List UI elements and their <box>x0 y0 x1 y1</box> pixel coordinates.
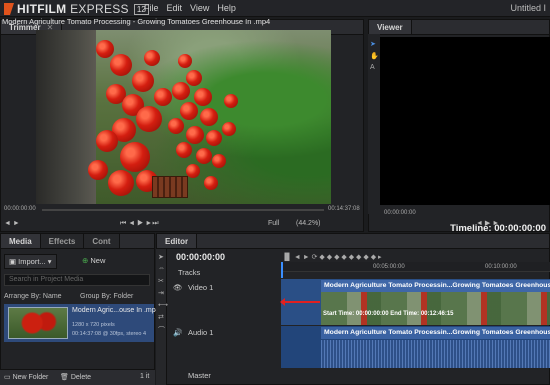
hitfilm-logo-icon <box>4 3 14 15</box>
viewer-tc: 00:00:00:00 <box>384 210 416 216</box>
product-name: EXPRESS <box>70 2 129 16</box>
item-count: 1 it <box>140 373 150 380</box>
media-thumbnail <box>8 307 68 339</box>
select-tool-icon[interactable]: ➤ <box>158 253 164 261</box>
trimmer-file-title: Modern Agriculture Tomato Processing - G… <box>2 17 271 26</box>
trimmer-video-preview[interactable] <box>36 30 331 204</box>
ruler-mark-2: 00:10:00:00 <box>485 264 517 270</box>
slip-tool-icon[interactable]: ✂ <box>158 277 164 285</box>
slide-tool-icon[interactable]: ⇥ <box>158 289 164 297</box>
select-tool-icon[interactable]: ➤ <box>370 40 376 48</box>
editor-transport[interactable]: ▐▌ ◄ ► ⟳ ◆ ◆ ◆ ◆ ◆ ◆ ◆ ◆ ▸ <box>282 253 382 261</box>
text-tool-icon[interactable]: A <box>370 64 375 71</box>
menu-view[interactable]: View <box>190 3 209 13</box>
playhead[interactable] <box>281 262 283 278</box>
media-item-duration: 00:14:37:08 @ 30fps, stereo 4 <box>72 331 147 337</box>
media-search-input[interactable]: Search in Project Media <box>4 274 150 286</box>
new-folder-button[interactable]: ▭ New Folder <box>4 373 48 381</box>
timeline-ruler[interactable]: 00:05:00:00 00:10:00:00 <box>281 262 550 272</box>
trimmer-controls: ◄ ► ⏮ ◄ ▶ ►⏭ Full (44.2%) <box>0 218 364 232</box>
tracks-label: Tracks <box>178 268 201 277</box>
app-logo: HITFILM EXPRESS 12 <box>4 2 149 16</box>
menu-file[interactable]: File <box>144 3 159 13</box>
group-by-select[interactable]: Group By: Folder <box>80 293 133 300</box>
media-item-resolution: 1280 x 720 pixels <box>72 322 115 328</box>
person-silhouette <box>36 30 96 204</box>
menu-help[interactable]: Help <box>217 3 236 13</box>
viewer-screen[interactable]: Timeline: 00:00:00:00 <box>380 37 550 234</box>
video-clip-info: Start Time: 00:00:00:00 End Time: 00:12:… <box>323 311 454 317</box>
tab-controls[interactable]: Cont <box>84 234 120 248</box>
tab-editor[interactable]: Editor <box>157 234 198 248</box>
delete-button[interactable]: 🗑 Delete <box>60 373 91 381</box>
viewer-playback-controls[interactable]: ◄ ▶ ► <box>476 219 499 227</box>
hand-tool-icon[interactable]: ✋ <box>370 52 379 60</box>
media-item-title: Modern Agric...ouse In .mp4 <box>72 307 160 314</box>
mark-in-icon[interactable]: ◄ ► <box>4 220 20 227</box>
menu-bar: File Edit View Help <box>144 3 236 13</box>
trimmer-scrub-bar[interactable]: 00:00:00:00 00:14:37:08 <box>0 205 364 215</box>
import-button[interactable]: ▣ Import... ▾ <box>4 254 57 269</box>
editor-timecode[interactable]: 00:00:00:00 <box>176 252 225 262</box>
arrange-by-select[interactable]: Arrange By: Name <box>4 293 62 300</box>
video-clip-thumbnails[interactable] <box>321 292 550 325</box>
snap-icon[interactable]: ⌒ <box>158 325 165 335</box>
add-icon: ⊕ <box>82 256 89 265</box>
tab-effects[interactable]: Effects <box>40 234 85 248</box>
audio-waveform <box>321 340 550 368</box>
tab-viewer[interactable]: Viewer <box>369 20 412 34</box>
media-footer: ▭ New Folder 🗑 Delete 1 it <box>0 369 155 385</box>
video-track-name: Video 1 <box>188 283 214 292</box>
crate <box>152 176 188 198</box>
ripple-tool-icon[interactable]: ⇔ <box>158 265 165 272</box>
eye-icon[interactable]: 👁 <box>173 283 183 292</box>
new-button[interactable]: ⊕ New <box>78 254 109 267</box>
roll-tool-icon[interactable]: ⟷ <box>158 301 168 309</box>
playback-controls[interactable]: ⏮ ◄ ▶ ►⏭ <box>120 220 159 228</box>
viewer-toolbar: ➤ ✋ A <box>368 34 380 214</box>
ruler-mark-1: 00:05:00:00 <box>373 264 405 270</box>
speaker-icon[interactable]: 🔊 <box>173 328 182 337</box>
video-clip-title[interactable]: Modern Agriculture Tomato Processin...Gr… <box>321 280 550 292</box>
document-title: Untitled I <box>510 3 546 13</box>
rate-tool-icon[interactable]: ⇄ <box>158 313 164 321</box>
drag-indicator-arrow <box>280 298 320 306</box>
master-track-name: Master <box>188 371 211 380</box>
brand-name: HITFILM <box>17 2 67 16</box>
zoom-select[interactable]: (44.2%) <box>296 220 321 227</box>
trimmer-tc-end: 00:14:37:08 <box>328 206 360 212</box>
title-bar: HITFILM EXPRESS 12 File Edit View Help U… <box>0 0 550 17</box>
audio-track-name: Audio 1 <box>188 328 214 337</box>
menu-edit[interactable]: Edit <box>167 3 183 13</box>
audio-clip-title[interactable]: Modern Agriculture Tomato Processin...Gr… <box>321 327 550 339</box>
tab-media[interactable]: Media <box>1 234 41 248</box>
quality-select[interactable]: Full <box>268 220 279 227</box>
trimmer-tc-start: 00:00:00:00 <box>4 206 36 212</box>
